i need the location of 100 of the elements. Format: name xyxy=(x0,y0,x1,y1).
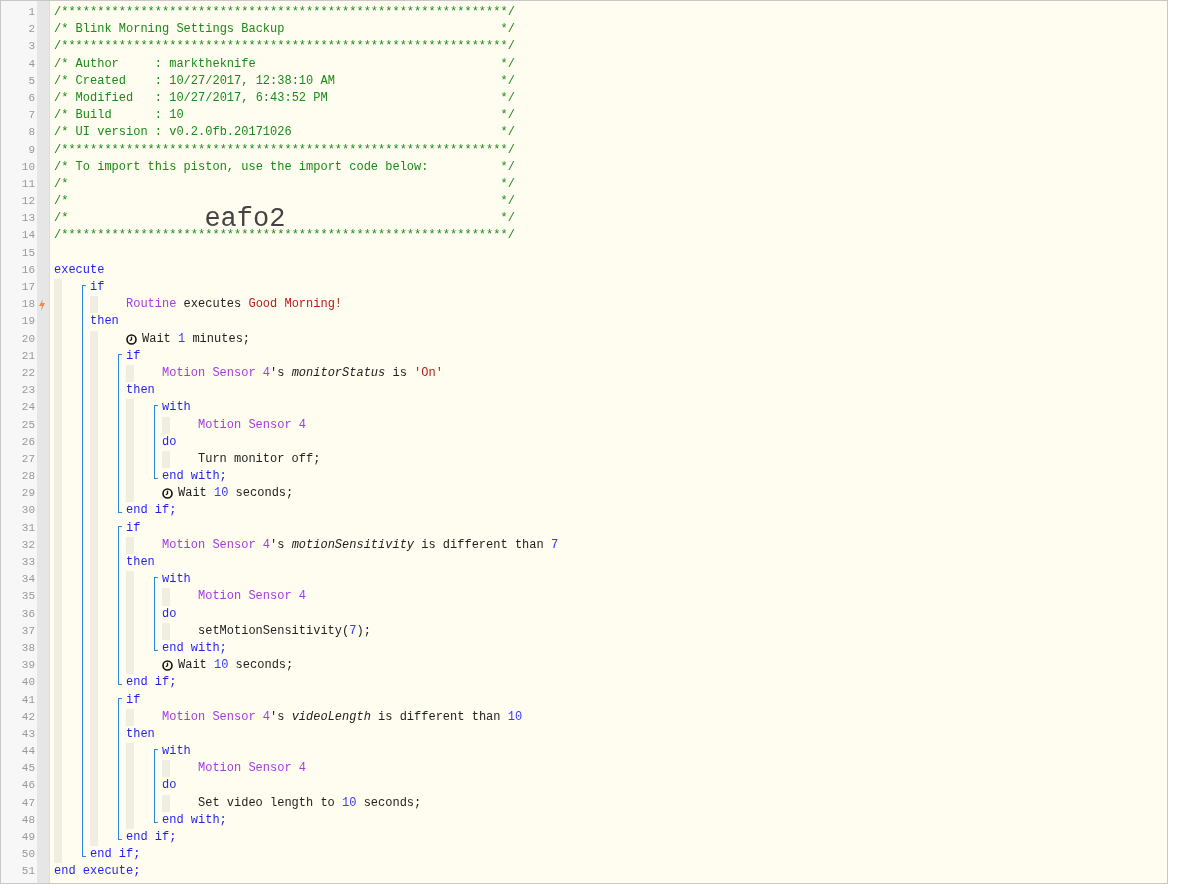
line-number: 27 xyxy=(20,451,35,467)
code-line: end if; xyxy=(90,846,141,864)
code-line: then xyxy=(90,313,119,331)
code-line: setMotionSensitivity(7); xyxy=(198,622,371,640)
line-number: 32 xyxy=(20,537,35,553)
line-number: 42 xyxy=(20,709,35,725)
line-number: 14 xyxy=(20,228,35,244)
line-number: 2 xyxy=(27,22,35,38)
clock-icon xyxy=(162,488,173,500)
line-number: 8 xyxy=(27,125,35,141)
comment-end: */ xyxy=(500,175,515,193)
comment-end: */ xyxy=(500,55,515,73)
code-line: Wait 10 seconds; xyxy=(178,485,294,503)
line-number: 25 xyxy=(20,417,35,433)
line-number: 31 xyxy=(20,520,35,536)
comment-end: */ xyxy=(500,158,515,176)
line-number: 3 xyxy=(27,39,35,55)
code-line: end execute; xyxy=(54,863,141,881)
code-line: Motion Sensor 4's motionSensitivity is different than 7 xyxy=(162,536,559,554)
code-line: then xyxy=(126,554,155,571)
code-line: Wait 1 minutes; xyxy=(142,330,251,348)
comment-text: /* Modified : 10/27/2017, 6:43:52 PM xyxy=(54,89,328,107)
line-number: 17 xyxy=(20,280,35,295)
code-line: Turn monitor off; xyxy=(198,450,321,468)
code-line: Motion Sensor 4's videoLength is different than 10 xyxy=(162,708,523,726)
code-line: end with; xyxy=(162,468,227,486)
line-number: 15 xyxy=(20,245,35,261)
line-number: 7 xyxy=(27,108,35,124)
line-number: 40 xyxy=(20,675,35,691)
line-number: 37 xyxy=(20,623,35,639)
comment-text: /* Created : 10/27/2017, 12:38:10 AM xyxy=(54,72,335,90)
clock-icon xyxy=(126,333,137,345)
code-line: if xyxy=(126,347,141,365)
comment-text: /* Author : marktheknife xyxy=(54,55,256,73)
line-number: 11 xyxy=(20,176,35,192)
line-number: 33 xyxy=(20,555,35,570)
code-line: if xyxy=(126,519,141,537)
line-number: 39 xyxy=(20,658,35,674)
comment-end: */ xyxy=(500,21,515,39)
code-line: if xyxy=(90,279,105,296)
code-line: Routine executes Good Morning! xyxy=(126,296,343,314)
line-number: 35 xyxy=(20,589,35,605)
code-line: Motion Sensor 4's monitorStatus is 'On' xyxy=(162,364,443,382)
line-number: 26 xyxy=(20,434,35,450)
comment-end: */ xyxy=(500,124,515,142)
comment-text: /* Blink Morning Settings Backup xyxy=(54,21,285,39)
line-number: 4 xyxy=(27,56,35,72)
code-line: do xyxy=(162,605,177,623)
code-line: if xyxy=(126,691,141,709)
line-number: 16 xyxy=(20,262,35,278)
line-number: 50 xyxy=(20,847,35,863)
line-number: 30 xyxy=(20,503,35,519)
line-number: 34 xyxy=(20,572,35,588)
line-number: 48 xyxy=(20,812,35,828)
line-number: 12 xyxy=(20,194,35,210)
code-line: end if; xyxy=(126,829,177,846)
line-number: 6 xyxy=(27,90,35,106)
code-line: end if; xyxy=(126,674,177,692)
line-number: 38 xyxy=(20,640,35,656)
code-line: Set video length to 10 seconds; xyxy=(198,794,422,812)
comment-end: */ xyxy=(500,193,515,211)
code-line: execute xyxy=(54,261,105,279)
code-line: Wait 10 seconds; xyxy=(178,657,294,675)
comment-text: /* To import this piston, use the import code below: xyxy=(54,158,429,176)
line-number: 21 xyxy=(20,348,35,364)
code-line: end with; xyxy=(162,639,227,657)
line-number: 10 xyxy=(20,159,35,175)
line-number: 46 xyxy=(20,778,35,794)
code-line: Motion Sensor 4 xyxy=(198,588,307,606)
line-number: 18 xyxy=(20,297,35,313)
line-number: 9 xyxy=(27,142,35,158)
code-line: with xyxy=(162,743,191,761)
comment-end: */ xyxy=(500,107,515,125)
line-number: 41 xyxy=(20,692,35,708)
code-line: with xyxy=(162,571,191,589)
line-number: 20 xyxy=(20,331,35,347)
comment-text: /* Build : 10 xyxy=(54,107,184,125)
line-number: 36 xyxy=(20,606,35,622)
line-number: 49 xyxy=(20,830,35,845)
line-number: 22 xyxy=(20,365,35,381)
line-number: 1 xyxy=(27,5,35,20)
comment-text: /* xyxy=(54,175,69,193)
code-line: do xyxy=(162,777,177,795)
line-number: 29 xyxy=(20,486,35,502)
code-line: with xyxy=(162,399,191,417)
line-number: 44 xyxy=(20,744,35,760)
line-number: 45 xyxy=(20,761,35,777)
comment-text: /* xyxy=(54,193,69,211)
code-line: Motion Sensor 4 xyxy=(198,416,307,434)
line-number: 5 xyxy=(27,73,35,89)
comment-text: /**************************************************************/ xyxy=(54,141,515,159)
comment-text: /**************************************************************/ xyxy=(54,4,515,21)
comment-text: /* xyxy=(54,210,69,228)
comment-text: /**************************************************************/ xyxy=(54,38,515,56)
code-line: then xyxy=(126,725,155,743)
line-number: 28 xyxy=(20,469,35,485)
code-line: Motion Sensor 4 xyxy=(198,760,307,778)
code-line: then xyxy=(126,382,155,400)
line-number: 43 xyxy=(20,726,35,742)
line-number: 51 xyxy=(20,864,35,880)
